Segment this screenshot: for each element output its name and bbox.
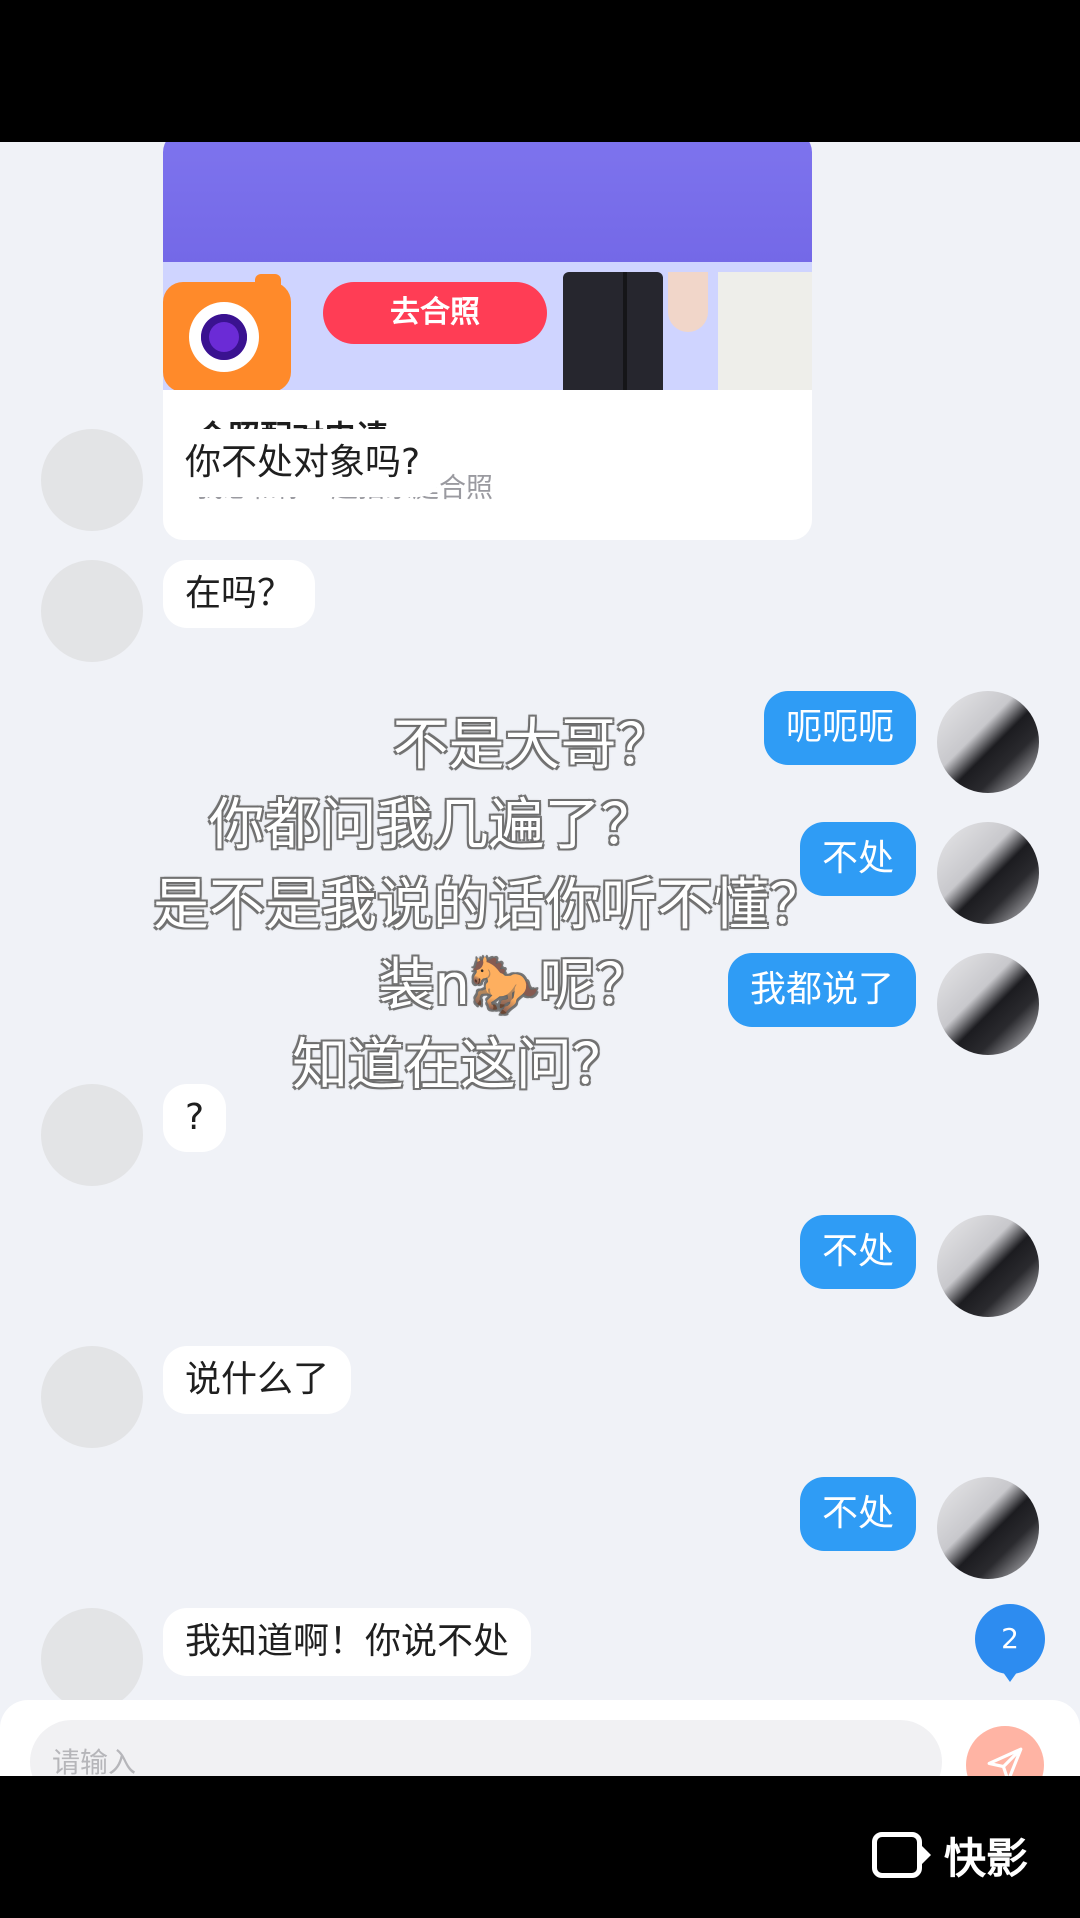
caption-line: 装n🐎呢？ — [378, 953, 652, 1018]
sent-message[interactable]: 不处 — [799, 1215, 916, 1289]
message-input[interactable] — [30, 1720, 942, 1776]
send-icon — [987, 1747, 1023, 1776]
send-button[interactable] — [966, 1726, 1044, 1776]
hand-illustration — [668, 272, 708, 332]
my-avatar[interactable] — [937, 1215, 1039, 1317]
contact-avatar[interactable] — [41, 429, 143, 531]
caption-line: 知道在这问？ — [292, 1033, 628, 1098]
contact-avatar[interactable] — [41, 560, 143, 662]
received-message[interactable]: 你不处对象吗? — [163, 429, 443, 497]
go-photo-button[interactable]: 去合照 — [323, 282, 547, 344]
sent-message[interactable]: 不处 — [799, 1477, 916, 1551]
contact-avatar[interactable] — [41, 1608, 143, 1710]
caption-line: 不是大哥？ — [392, 713, 673, 778]
camera-icon — [163, 274, 291, 390]
received-message[interactable]: 说什么了 — [163, 1346, 352, 1414]
my-avatar[interactable] — [937, 1477, 1039, 1579]
watermark-text: 快影 — [944, 1833, 1029, 1883]
paper-illustration — [718, 272, 812, 390]
caption-line: 是不是我说的话你听不懂？ — [153, 873, 825, 938]
top-black-bar — [0, 0, 1080, 142]
camera-flash — [255, 274, 281, 294]
camera-lens — [189, 302, 259, 372]
figure-illustration — [563, 272, 663, 390]
message-input-bar — [0, 1700, 1080, 1776]
received-message[interactable]: 我知道啊！你说不处 — [163, 1608, 532, 1676]
received-message[interactable]: 在吗？ — [163, 560, 316, 628]
video-caption-overlay: 不是大哥？ 你都问我几遍了？ 是不是我说的话你听不懂？ 装n🐎呢？ 知道在这问？ — [0, 706, 1080, 1106]
kuaiying-watermark: 快影 — [872, 1830, 1028, 1883]
caption-line: 你都问我几遍了？ — [208, 793, 657, 858]
contact-avatar[interactable] — [41, 1346, 143, 1448]
card-banner-image: 去合照 — [163, 142, 812, 390]
video-camera-icon — [872, 1832, 922, 1878]
unread-count-badge[interactable]: 2 — [975, 1604, 1045, 1682]
